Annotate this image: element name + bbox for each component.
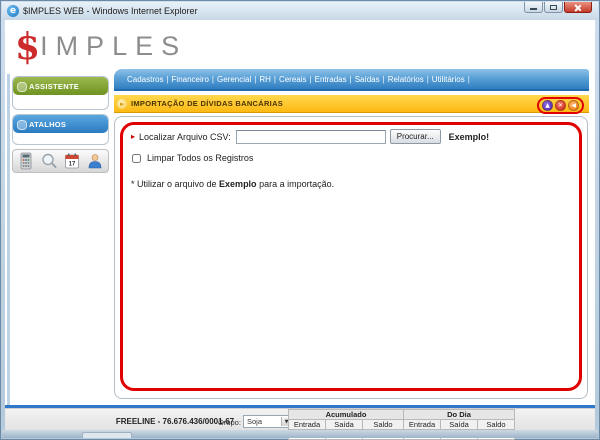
note-row: * Utilizar o arquivo de Exemplo para a i… — [131, 179, 571, 189]
menu-entradas[interactable]: Entradas — [315, 75, 347, 84]
sidebar-edge — [7, 74, 10, 423]
csv-file-label: Localizar Arquivo CSV: — [139, 132, 231, 142]
field-bullet-icon: ▸ — [131, 132, 135, 141]
status-bar: FREELINE - 76.676.436/0001-67 Grupo: Soj… — [5, 408, 595, 432]
close-button[interactable] — [564, 2, 592, 13]
maximize-icon — [550, 5, 557, 10]
sidebar: ASSISTENTE ATALHOS — [7, 74, 111, 173]
note-bold: Exemplo — [219, 179, 257, 189]
window-titlebar[interactable]: e $IMPLES WEB - Windows Internet Explore… — [2, 2, 598, 20]
group-select[interactable]: Soja ▼ — [243, 415, 293, 428]
logo-text: IMPLES — [40, 31, 187, 61]
taskbar-fragment — [82, 432, 132, 438]
page-title: IMPORTAÇÃO DE DÍVIDAS BANCÁRIAS — [131, 99, 283, 108]
group-label: Grupo: — [218, 418, 241, 427]
window-bottom-frame — [2, 430, 598, 438]
dodia-title: Do Dia — [404, 410, 515, 420]
clear-records-label: Limpar Todos os Registros — [147, 153, 253, 163]
back-button[interactable]: ◀ — [568, 100, 579, 111]
search-icon[interactable] — [40, 152, 58, 170]
browse-button[interactable]: Procurar... — [390, 129, 441, 144]
menu-cereais[interactable]: Cereais — [279, 75, 307, 84]
sidebar-item-assistente[interactable]: ASSISTENTE — [13, 77, 108, 95]
minimize-icon — [530, 8, 537, 10]
calendar-day: 17 — [69, 162, 76, 168]
user-icon[interactable] — [86, 152, 104, 170]
calculator-icon[interactable] — [17, 152, 35, 170]
header-actions-annotation: ▲ ✕ ◀ — [537, 97, 584, 114]
acumulado-title: Acumulado — [289, 410, 404, 420]
csv-file-input[interactable] — [236, 130, 386, 144]
panel-close-button[interactable]: ✕ — [555, 100, 566, 111]
import-form: ▸ Localizar Arquivo CSV: Procurar... Exe… — [131, 129, 571, 189]
clear-row: Limpar Todos os Registros — [131, 153, 571, 163]
group-value: Soja — [247, 417, 262, 426]
menu-rh[interactable]: RH — [259, 75, 271, 84]
note-suffix: para a importação. — [257, 179, 335, 189]
menu-relatorios[interactable]: Relatórios — [388, 75, 424, 84]
calendar-icon[interactable]: 17 — [63, 152, 81, 170]
menu-utilitarios[interactable]: Utilitários — [432, 75, 465, 84]
logo-dollar: $ — [15, 26, 40, 68]
menu-financeiro[interactable]: Financeiro — [172, 75, 209, 84]
window-title: $IMPLES WEB - Windows Internet Explorer — [23, 6, 198, 16]
sidebar-toolbar: 17 — [12, 149, 109, 173]
header-bullet-icon: ▸ — [117, 99, 127, 109]
menu-cadastros[interactable]: Cadastros — [127, 75, 163, 84]
note-prefix: * Utilizar o arquivo de — [131, 179, 219, 189]
file-row: ▸ Localizar Arquivo CSV: Procurar... Exe… — [131, 129, 571, 144]
maximize-button[interactable] — [544, 2, 563, 13]
clear-records-checkbox[interactable] — [132, 154, 141, 163]
window-controls — [523, 2, 592, 13]
main-menubar: Cadastros| Financeiro| Gerencial| RH| Ce… — [114, 69, 589, 91]
page-header-bar: ▸ IMPORTAÇÃO DE DÍVIDAS BANCÁRIAS ▲ ✕ ◀ — [114, 95, 589, 113]
menu-saidas[interactable]: Saídas — [355, 75, 380, 84]
atalhos-panel: ATALHOS — [12, 114, 109, 145]
up-button[interactable]: ▲ — [542, 100, 553, 111]
sidebar-item-atalhos[interactable]: ATALHOS — [13, 115, 108, 133]
minimize-button[interactable] — [524, 2, 543, 13]
assistente-panel: ASSISTENTE — [12, 76, 109, 110]
main-content-panel: ▸ Localizar Arquivo CSV: Procurar... Exe… — [114, 116, 588, 399]
app-logo: $IMPLES — [15, 26, 187, 66]
internet-explorer-icon: e — [7, 5, 19, 17]
menu-gerencial[interactable]: Gerencial — [217, 75, 251, 84]
app-page: $IMPLES Cadastros| Financeiro| Gerencial… — [5, 20, 595, 432]
browser-window: e $IMPLES WEB - Windows Internet Explore… — [0, 0, 600, 440]
example-link[interactable]: Exemplo! — [449, 132, 490, 142]
